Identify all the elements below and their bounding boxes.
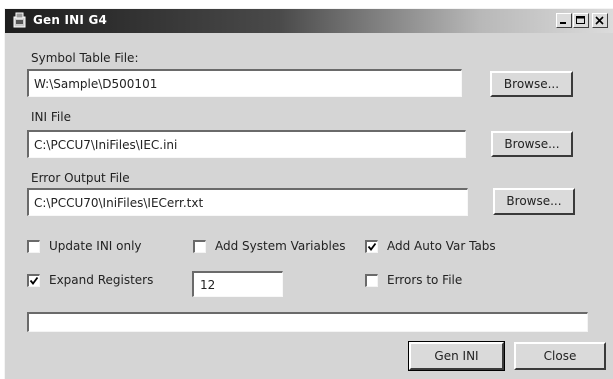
checkmark-icon: [367, 242, 377, 251]
close-button[interactable]: Close: [514, 342, 606, 370]
app-icon: [11, 12, 28, 29]
errors-to-file-label: Errors to File: [387, 273, 463, 287]
browse-symbol-table-button[interactable]: Browse...: [490, 71, 573, 97]
checkbox-box: [27, 273, 40, 287]
add-system-variables-label: Add System Variables: [215, 239, 346, 253]
close-icon: [595, 16, 604, 25]
symbol-table-label: Symbol Table File:: [31, 51, 139, 65]
ini-file-field[interactable]: C:\PCCU7\IniFiles\IEC.ini: [27, 130, 466, 158]
checkbox-box: [27, 239, 40, 253]
progress-bar: [27, 312, 588, 332]
title-bar[interactable]: Gen INI G4: [5, 9, 613, 33]
registers-count-field[interactable]: 12: [192, 271, 283, 297]
expand-registers-label: Expand Registers: [49, 273, 154, 287]
minimize-icon: [560, 22, 566, 24]
checkbox-box: [365, 273, 378, 287]
error-output-label: Error Output File: [31, 171, 130, 185]
browse-ini-file-button[interactable]: Browse...: [491, 131, 573, 157]
checkbox-box: [365, 239, 378, 253]
gen-ini-window: Gen INI G4 Symbol Table File: W:\Sample\…: [4, 8, 613, 379]
expand-registers-checkbox[interactable]: Expand Registers: [27, 273, 153, 287]
add-system-variables-checkbox[interactable]: Add System Variables: [193, 239, 345, 253]
symbol-table-field[interactable]: W:\Sample\D500101: [27, 69, 462, 97]
maximize-icon: [576, 16, 585, 24]
checkbox-box: [193, 239, 206, 253]
error-output-field[interactable]: C:\PCCU70\IniFiles\IECerr.txt: [27, 188, 468, 216]
checkmark-icon: [29, 276, 39, 285]
gen-ini-button[interactable]: Gen INI: [408, 341, 505, 371]
window-title: Gen INI G4: [33, 13, 108, 27]
close-window-button[interactable]: [592, 13, 608, 28]
ini-file-label: INI File: [31, 110, 71, 124]
errors-to-file-checkbox[interactable]: Errors to File: [365, 273, 462, 287]
add-auto-var-tabs-label: Add Auto Var Tabs: [387, 239, 496, 253]
minimize-button[interactable]: [556, 13, 572, 28]
update-ini-only-label: Update INI only: [49, 239, 142, 253]
add-auto-var-tabs-checkbox[interactable]: Add Auto Var Tabs: [365, 239, 496, 253]
update-ini-only-checkbox[interactable]: Update INI only: [27, 239, 142, 253]
maximize-button[interactable]: [573, 13, 589, 28]
browse-error-output-button[interactable]: Browse...: [493, 188, 575, 215]
